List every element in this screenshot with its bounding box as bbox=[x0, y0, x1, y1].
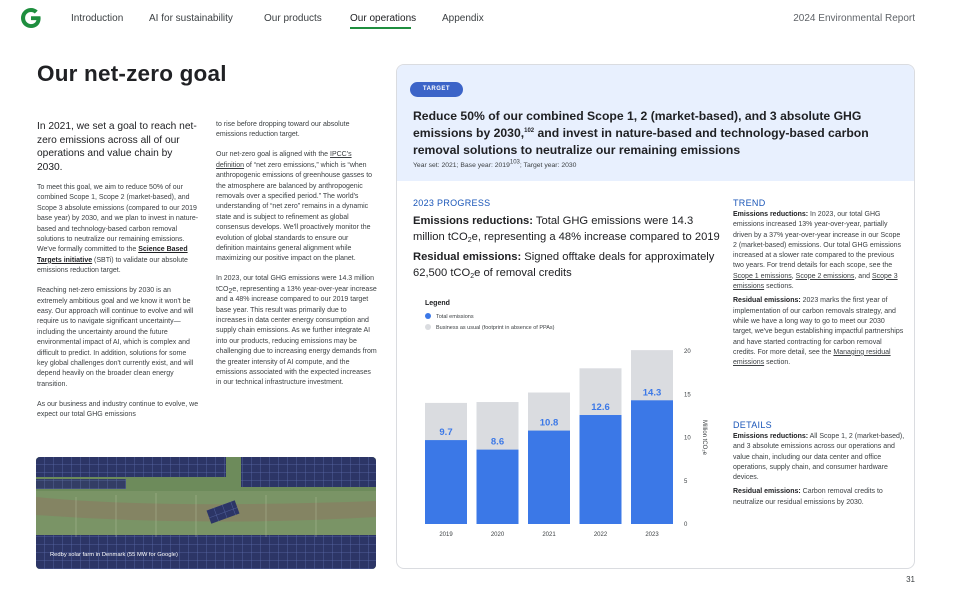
paragraph: In 2023, our total GHG emissions were 14… bbox=[216, 274, 378, 388]
x-tick-label: 2020 bbox=[491, 532, 505, 538]
photo-caption: Redby solar farm in Denmark (55 MW for G… bbox=[50, 552, 178, 558]
nav-our-products[interactable]: Our products bbox=[264, 13, 322, 24]
paragraph: to rise before dropping toward our absol… bbox=[216, 121, 350, 139]
lead-paragraph: In 2021, we set a goal to reach net-zero… bbox=[37, 121, 197, 173]
emissions-bar-chart: 9.7 2019 8.6 2020 10.8 2021 12.6 2022 14.3 2023 0 5… bbox=[425, 349, 707, 538]
nav-appendix[interactable]: Appendix bbox=[442, 13, 484, 24]
details-text: All Scope 1, 2 (market-based), and 3 abs… bbox=[733, 433, 905, 482]
paragraph: Our net-zero goal is aligned with the IP… bbox=[216, 150, 378, 264]
data-label: 9.7 bbox=[439, 427, 452, 438]
total-emissions-bar bbox=[528, 430, 570, 524]
nav-ai-for-sustainability[interactable]: AI for sustainability bbox=[149, 13, 233, 24]
x-tick-label: 2023 bbox=[645, 532, 659, 538]
paragraph: Residual emissions: Carbon removal credi… bbox=[733, 487, 905, 508]
paragraph-text: To meet this goal, we aim to reduce 50% … bbox=[37, 184, 199, 254]
trend-heading: TREND bbox=[733, 198, 766, 208]
x-tick-label: 2019 bbox=[439, 532, 453, 538]
y-tick-label: 0 bbox=[684, 522, 688, 528]
paragraph-text: of “net zero emissions,” which is “when … bbox=[216, 161, 373, 263]
data-label: 10.8 bbox=[540, 418, 559, 429]
paragraph: Emissions reductions: In 2023, our total… bbox=[733, 210, 905, 292]
nav-our-operations[interactable]: Our operations bbox=[350, 13, 416, 24]
x-tick-label: 2021 bbox=[542, 532, 556, 538]
solar-farm-photo: Redby solar farm in Denmark (55 MW for G… bbox=[36, 457, 376, 569]
google-logo-icon[interactable] bbox=[19, 6, 43, 30]
scope2-link[interactable]: Scope 2 emissions bbox=[796, 273, 855, 280]
y-tick-label: 15 bbox=[684, 392, 691, 398]
trend-text: Emissions reductions: In 2023, our total… bbox=[733, 210, 905, 372]
page-title: Our net-zero goal bbox=[37, 61, 227, 86]
trend-text: 2023 marks the first year of implementat… bbox=[733, 297, 904, 356]
details-label: Residual emissions: bbox=[733, 488, 801, 496]
trend-text: sections. bbox=[764, 283, 794, 291]
paragraph: Residual emissions: 2023 marks the first… bbox=[733, 296, 905, 368]
top-navigation: Introduction AI for sustainability Our p… bbox=[0, 0, 953, 40]
total-emissions-bar bbox=[425, 440, 467, 524]
separator: , and bbox=[854, 272, 872, 280]
paragraph: Reaching net-zero emissions by 2030 is a… bbox=[37, 287, 194, 388]
report-title: 2024 Environmental Report bbox=[793, 13, 915, 24]
scope1-link[interactable]: Scope 1 emissions bbox=[733, 273, 792, 280]
trend-text: In 2023, our total GHG emissions increas… bbox=[733, 211, 902, 270]
trend-text: section. bbox=[764, 359, 791, 367]
paragraph: Emissions reductions: All Scope 1, 2 (ma… bbox=[733, 432, 905, 483]
total-emissions-bar bbox=[476, 449, 519, 524]
x-tick-label: 2022 bbox=[594, 532, 608, 538]
details-text: Emissions reductions: All Scope 1, 2 (ma… bbox=[733, 432, 905, 512]
left-text-column: In 2021, we set a goal to reach net-zero… bbox=[37, 120, 199, 430]
page-number: 31 bbox=[906, 575, 915, 584]
details-label: Emissions reductions: bbox=[733, 433, 809, 440]
middle-text-column: to rise before dropping toward our absol… bbox=[216, 120, 378, 398]
active-nav-indicator bbox=[350, 27, 411, 29]
paragraph-text: e, representing a 13% year-over-year inc… bbox=[216, 285, 377, 387]
data-label: 12.6 bbox=[591, 402, 610, 413]
nav-introduction[interactable]: Introduction bbox=[71, 13, 123, 24]
trend-label: Residual emissions: bbox=[733, 297, 801, 305]
total-emissions-bar bbox=[579, 415, 622, 524]
total-emissions-bar bbox=[631, 400, 673, 524]
data-label: 8.6 bbox=[491, 437, 504, 448]
y-axis-label: Million tCO₂e bbox=[701, 420, 707, 456]
paragraph: As our business and industry continue to… bbox=[37, 400, 199, 419]
y-tick-label: 10 bbox=[684, 436, 691, 442]
details-heading: DETAILS bbox=[733, 420, 772, 430]
target-card: TARGET Reduce 50% of our combined Scope … bbox=[396, 64, 915, 569]
y-tick-label: 5 bbox=[684, 479, 688, 485]
paragraph-text: Our net-zero goal is aligned with the bbox=[216, 151, 331, 159]
trend-label: Emissions reductions: bbox=[733, 211, 809, 218]
y-tick-label: 20 bbox=[684, 349, 691, 355]
data-label: 14.3 bbox=[643, 387, 662, 398]
paragraph: To meet this goal, we aim to reduce 50% … bbox=[37, 183, 199, 277]
